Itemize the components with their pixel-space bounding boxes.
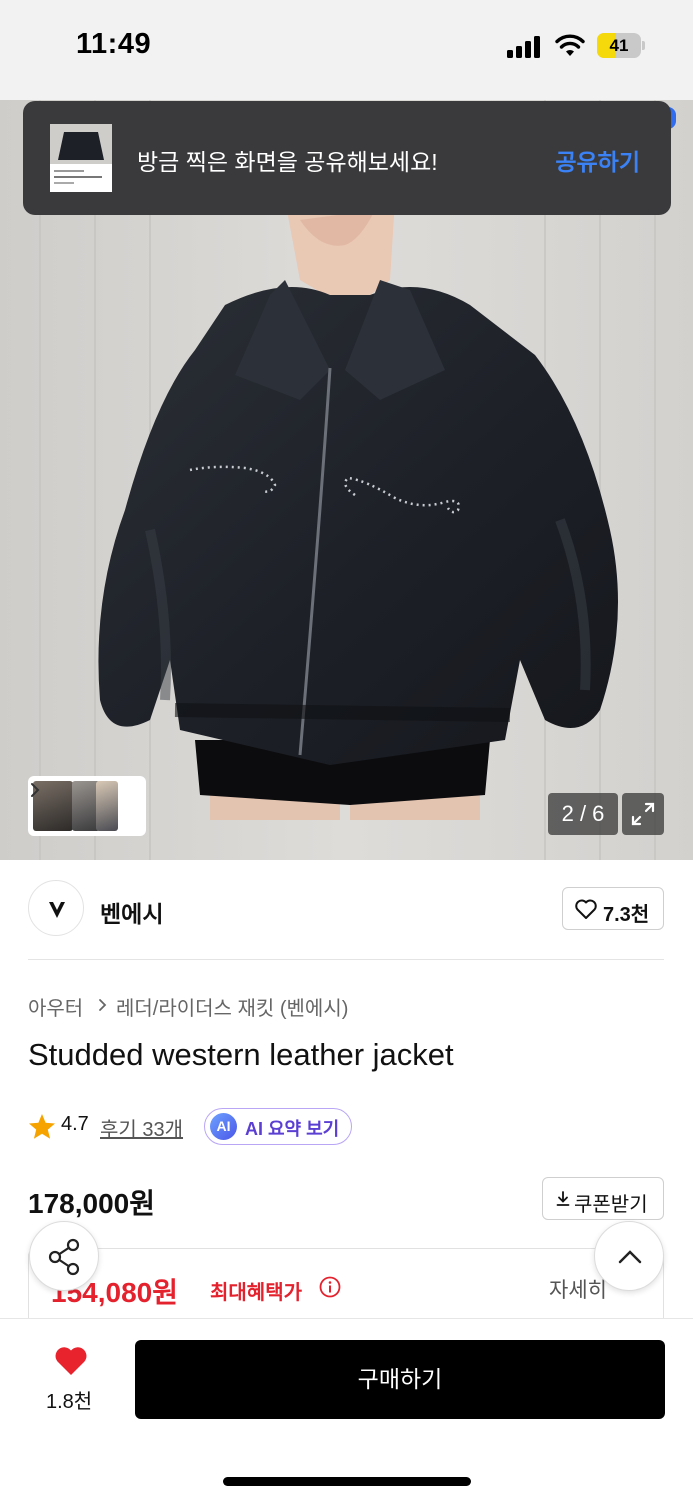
brand-name[interactable]: 벤에시: [100, 895, 163, 929]
info-icon[interactable]: [319, 1276, 341, 1298]
expand-icon: [631, 802, 655, 826]
wifi-icon: [555, 34, 585, 56]
status-time: 11:49: [76, 28, 152, 60]
thumbnail-strip[interactable]: [28, 776, 146, 836]
share-icon: [48, 1238, 80, 1276]
image-page-counter: 2 / 6: [548, 793, 618, 835]
bottom-purchase-bar: 1.8천 구매하기: [0, 1318, 693, 1500]
brand-v-icon: [49, 902, 65, 918]
ai-badge-icon: AI: [210, 1113, 237, 1140]
review-count-link[interactable]: 후기 33개: [100, 1113, 183, 1142]
screenshot-thumbnail: [50, 124, 112, 192]
chevron-right-icon: [31, 783, 40, 797]
share-button[interactable]: [29, 1221, 99, 1291]
max-benefit-label: 최대혜택가: [210, 1282, 302, 1304]
battery-level: 41: [609, 36, 629, 55]
expand-button[interactable]: [622, 793, 664, 835]
brand-like-button[interactable]: 7.3천: [562, 887, 664, 930]
screenshot-share-toast[interactable]: 방금 찍은 화면을 공유해보세요! 공유하기: [23, 101, 671, 215]
rating-value: 4.7: [61, 1113, 89, 1135]
wishlist-heart-icon[interactable]: [53, 1345, 89, 1377]
divider: [28, 959, 664, 960]
thumbnail-3[interactable]: [96, 781, 118, 831]
toast-share-button[interactable]: 공유하기: [555, 143, 640, 177]
ai-summary-label: AI 요약 보기: [245, 1119, 340, 1139]
coupon-button[interactable]: 쿠폰받기: [542, 1177, 664, 1220]
heart-outline-icon: [575, 899, 597, 919]
breadcrumb-category[interactable]: 아우터: [28, 992, 83, 1021]
ai-summary-button[interactable]: AI AI 요약 보기: [204, 1108, 352, 1145]
breadcrumb-subcategory[interactable]: 레더/라이더스 재킷 (벤에시): [116, 992, 348, 1021]
home-indicator[interactable]: [223, 1477, 471, 1486]
buy-button[interactable]: 구매하기: [135, 1340, 665, 1419]
brand-like-count: 7.3천: [603, 904, 650, 926]
toast-message: 방금 찍은 화면을 공유해보세요!: [137, 149, 438, 175]
battery-icon: 41: [597, 33, 645, 58]
product-title: Studded western leather jacket: [28, 1037, 454, 1072]
download-icon: [556, 1191, 570, 1206]
product-price: 178,000원: [28, 1188, 155, 1219]
scroll-top-button[interactable]: [594, 1221, 664, 1291]
chevron-right-icon: [99, 999, 107, 1011]
brand-logo[interactable]: [28, 880, 84, 936]
wishlist-count: 1.8천: [46, 1391, 93, 1413]
status-bar: 11:49 41: [0, 0, 693, 100]
coupon-label: 쿠폰받기: [574, 1194, 648, 1216]
star-icon: [29, 1114, 55, 1139]
chevron-up-icon: [618, 1250, 642, 1264]
cellular-signal-icon: [507, 36, 543, 58]
